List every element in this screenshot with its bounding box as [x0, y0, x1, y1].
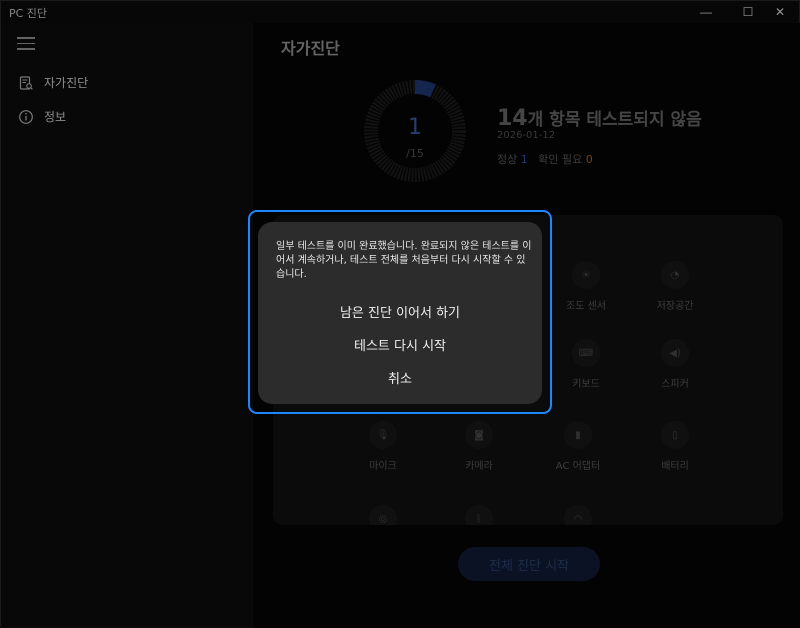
- continue-remaining-button[interactable]: 남은 진단 이어서 하기: [258, 298, 542, 324]
- resume-dialog: 일부 테스트를 이미 완료했습니다. 완료되지 않은 테스트를 이어서 계속하거…: [258, 222, 542, 404]
- restart-test-button[interactable]: 테스트 다시 시작: [258, 331, 542, 357]
- dialog-message: 일부 테스트를 이미 완료했습니다. 완료되지 않은 테스트를 이어서 계속하거…: [276, 241, 532, 280]
- cancel-button[interactable]: 취소: [258, 364, 542, 390]
